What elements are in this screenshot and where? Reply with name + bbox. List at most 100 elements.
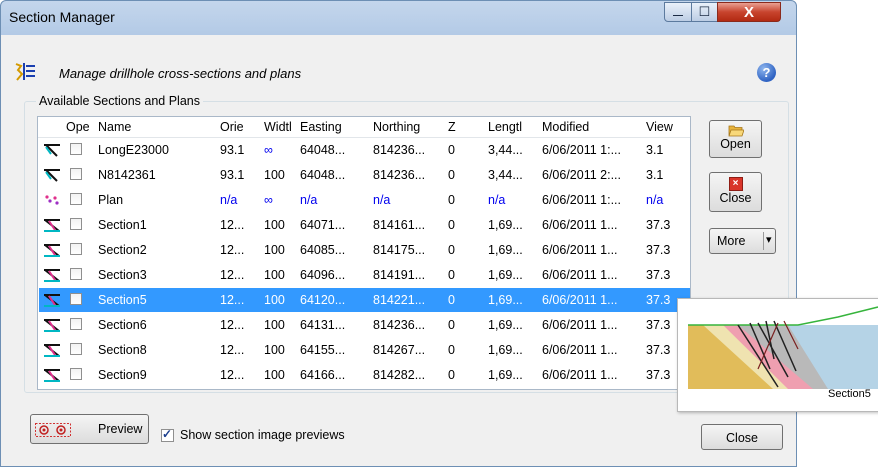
dropdown-divider [763, 232, 764, 250]
cell-easting: 64048... [300, 143, 346, 157]
cell-orient: 12... [220, 343, 245, 357]
cell-easting: 64071... [300, 218, 346, 232]
open-checkbox[interactable] [70, 318, 82, 330]
long-section-icon [43, 167, 61, 183]
open-checkbox[interactable] [70, 243, 82, 255]
show-previews-label[interactable]: Show section image previews [180, 428, 345, 442]
cell-modified: 6/06/2011 1... [542, 293, 618, 307]
cell-orient: 93.1 [220, 168, 245, 182]
cell-northing: 814175... [373, 243, 426, 257]
cell-name: Section2 [98, 243, 147, 257]
open-checkbox[interactable] [70, 143, 82, 155]
window-title: Section Manager [9, 9, 115, 25]
open-checkbox[interactable] [70, 193, 82, 205]
title-bar[interactable]: Section Manager — ☐ X [1, 1, 796, 34]
column-header[interactable]: Modified [542, 120, 642, 134]
cell-easting: n/a [300, 193, 318, 207]
cell-name: Plan [98, 193, 124, 207]
window-close-button[interactable]: X [717, 2, 781, 22]
cell-name: N8142361 [98, 168, 156, 182]
column-header[interactable]: View [646, 120, 690, 134]
column-header[interactable]: Easting [300, 120, 370, 134]
cell-width: 100 [264, 168, 285, 182]
table-row[interactable]: Section8 12... 100 64155... 814267... 0 1,69..… [39, 338, 690, 362]
cell-easting: 64096... [300, 268, 346, 282]
cell-width: ∞ [264, 143, 273, 157]
cell-length: 1,69... [488, 218, 523, 232]
cell-z: 0 [448, 268, 455, 282]
maximize-button[interactable]: ☐ [691, 2, 718, 22]
table-row[interactable]: Section9 12... 100 64166... 814282... 0 1,69..… [39, 363, 690, 387]
cell-z: 0 [448, 218, 455, 232]
open-checkbox[interactable] [70, 268, 82, 280]
show-previews-checkbox[interactable]: ✓ [161, 427, 174, 442]
maximize-icon: ☐ [698, 4, 711, 19]
open-button[interactable]: Open [709, 120, 762, 158]
open-checkbox[interactable] [70, 293, 82, 305]
cell-easting: 64155... [300, 343, 346, 357]
table-row[interactable]: Section1 12... 100 64071... 814161... 0 1,69..… [39, 213, 690, 237]
cell-length: 1,69... [488, 318, 523, 332]
sections-table[interactable]: Ope Name Orie Widtl Easting Northing Z Lengtl Mo… [37, 116, 691, 390]
help-icon[interactable]: ? [757, 63, 776, 82]
cell-modified: 6/06/2011 1:... [542, 143, 621, 157]
cell-z: 0 [448, 143, 455, 157]
cell-orient: 12... [220, 218, 245, 232]
column-header[interactable]: Lengtl [488, 120, 538, 134]
cell-width: 100 [264, 368, 285, 382]
column-header[interactable]: Name [98, 120, 208, 134]
column-header[interactable]: Z [448, 120, 478, 134]
cell-view: 3.1 [646, 168, 664, 182]
close-section-button[interactable]: × Close [709, 172, 762, 212]
preview-section-name: Section5 [828, 388, 871, 400]
sections-group-label: Available Sections and Plans [36, 94, 203, 108]
open-checkbox[interactable] [70, 368, 82, 380]
cell-name: Section6 [98, 318, 147, 332]
more-button[interactable]: More ▾ [709, 228, 776, 254]
cell-view: 3.1 [646, 143, 664, 157]
cell-modified: 6/06/2011 1... [542, 268, 618, 282]
cell-easting: 64131... [300, 318, 346, 332]
cell-length: 1,69... [488, 243, 523, 257]
table-row[interactable]: Section6 12... 100 64131... 814236... 0 1,69..… [39, 313, 690, 337]
table-row[interactable]: N8142361 93.1 100 64048... 814236... 0 3,44...… [39, 163, 690, 187]
cell-orient: 93.1 [220, 143, 245, 157]
cross-section-icon [43, 342, 61, 358]
dialog-close-button[interactable]: Close [701, 424, 783, 450]
cell-length: n/a [488, 193, 506, 207]
cell-modified: 6/06/2011 1... [542, 218, 618, 232]
cell-width: 100 [264, 218, 285, 232]
open-checkbox[interactable] [70, 168, 82, 180]
table-row[interactable]: Section5 12... 100 64120... 814221... 0 1,69..… [39, 288, 690, 312]
cross-section-icon [43, 317, 61, 333]
open-checkbox[interactable] [70, 218, 82, 230]
cell-width: 100 [264, 318, 285, 332]
column-header[interactable]: Orie [220, 120, 260, 134]
cell-view: 37.3 [646, 268, 671, 282]
open-checkbox[interactable] [70, 343, 82, 355]
cell-orient: 12... [220, 243, 245, 257]
red-x-icon: × [728, 177, 743, 191]
cell-modified: 6/06/2011 1... [542, 243, 618, 257]
cell-length: 1,69... [488, 343, 523, 357]
cell-easting: 64166... [300, 368, 346, 382]
cell-length: 1,69... [488, 368, 523, 382]
table-row[interactable]: LongE23000 93.1 ∞ 64048... 814236... 0 3,44...… [39, 138, 690, 162]
preview-button[interactable]: Preview [30, 414, 149, 444]
minimize-button[interactable]: — [664, 2, 692, 22]
plan-icon [43, 192, 61, 208]
cell-width: ∞ [264, 193, 273, 207]
table-row[interactable]: Section3 12... 100 64096... 814191... 0 1,69..… [39, 263, 690, 287]
cell-width: 100 [264, 243, 285, 257]
cross-section-icon [43, 292, 61, 308]
column-header[interactable]: Widtl [264, 120, 300, 134]
cell-northing: 814267... [373, 343, 426, 357]
column-header[interactable]: Ope [66, 120, 96, 134]
table-row[interactable]: Section2 12... 100 64085... 814175... 0 1,69..… [39, 238, 690, 262]
table-row[interactable]: Plan n/a ∞ n/a n/a 0 n/a 6/06/2011 1:... n/a [39, 188, 690, 212]
cell-modified: 6/06/2011 1... [542, 343, 618, 357]
cell-z: 0 [448, 243, 455, 257]
column-header[interactable]: Northing [373, 120, 443, 134]
cell-northing: 814236... [373, 143, 426, 157]
cell-orient: 12... [220, 293, 245, 307]
